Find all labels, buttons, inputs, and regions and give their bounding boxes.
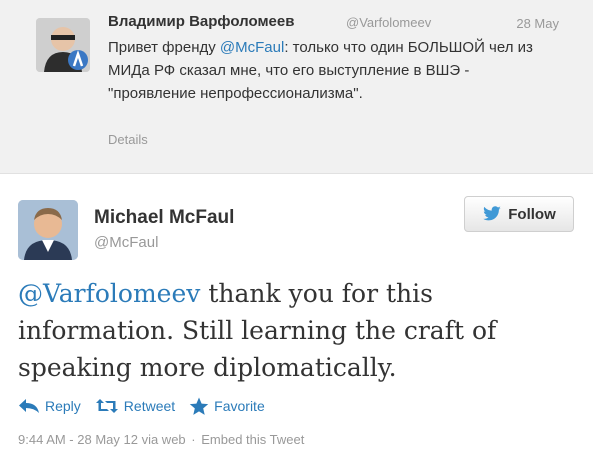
favorite-button[interactable]: Favorite	[189, 397, 265, 416]
parent-author-handle[interactable]: @Varfolomeev	[346, 15, 431, 30]
retweet-button[interactable]: Retweet	[95, 398, 175, 414]
star-icon	[189, 397, 209, 416]
in-reply-to-tweet: Владимир Варфоломеев @Varfolomeev 28 May…	[0, 0, 593, 174]
parent-mention-link[interactable]: @McFaul	[220, 39, 284, 56]
favorite-label: Favorite	[214, 398, 265, 414]
tweet-meta: 9:44 AM - 28 May 12 via web · Embed this…	[18, 432, 304, 447]
reply-label: Reply	[45, 398, 81, 414]
parent-text-prefix: Привет френду	[108, 39, 220, 56]
follow-button[interactable]: Follow	[464, 196, 574, 232]
reply-button[interactable]: Reply	[18, 398, 81, 414]
avatar[interactable]	[18, 200, 78, 260]
tweet-timestamp[interactable]: 9:44 AM - 28 May 12	[18, 432, 138, 447]
twitter-bird-icon	[482, 206, 502, 222]
parent-tweet-text: Привет френду @McFaul: только что один Б…	[108, 36, 548, 105]
details-link[interactable]: Details	[108, 132, 148, 147]
reply-icon	[18, 398, 40, 414]
retweet-label: Retweet	[123, 398, 176, 414]
follow-button-label: Follow	[508, 205, 556, 223]
parent-avatar[interactable]	[36, 18, 90, 72]
tweet-text: @Varfolomeev thank you for this informat…	[18, 275, 578, 386]
tweet-via: via web	[141, 432, 186, 447]
tweet-actions: Reply Retweet Favorite	[18, 394, 265, 418]
author-name[interactable]: Michael McFaul	[94, 207, 234, 229]
meta-separator: ·	[191, 432, 196, 447]
retweet-icon	[95, 398, 119, 414]
author-handle[interactable]: @McFaul	[94, 234, 158, 251]
embed-tweet-link[interactable]: Embed this Tweet	[201, 432, 304, 447]
parent-author-name[interactable]: Владимир Варфоломеев	[108, 13, 294, 30]
parent-tweet-date[interactable]: 28 May	[516, 16, 559, 31]
mention-link[interactable]: @Varfolomeev	[18, 279, 200, 308]
